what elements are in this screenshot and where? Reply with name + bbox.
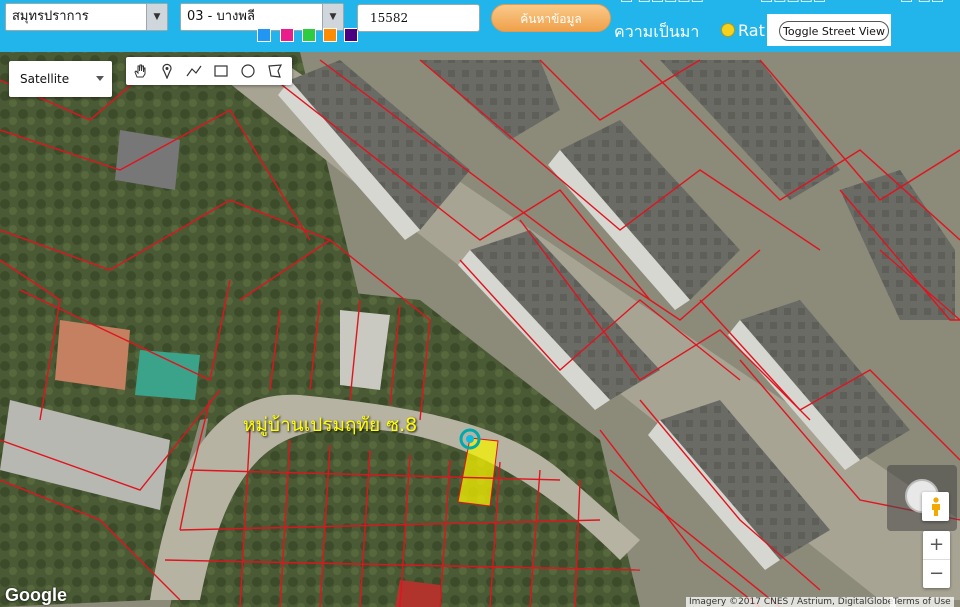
header-link-cut-1[interactable]: ▭ ▭▭▭▭▭: [620, 0, 704, 7]
header-link-cut-3[interactable]: ▭ ▭▭: [900, 0, 944, 7]
zoom-in-button[interactable]: +: [923, 531, 950, 559]
toggle-street-view-button[interactable]: Toggle Street View: [779, 21, 889, 41]
color-swatch-pink[interactable]: [280, 28, 294, 42]
chevron-down-icon: ▼: [322, 4, 343, 30]
terms-of-use-link[interactable]: Terms of Use: [890, 597, 954, 607]
smiley-icon: [721, 23, 735, 37]
circle-icon[interactable]: [234, 57, 261, 85]
satellite-imagery: [0, 0, 960, 607]
color-swatch-green[interactable]: [302, 28, 316, 42]
parcel-number-input[interactable]: 15582: [357, 4, 480, 32]
rectangle-icon[interactable]: [207, 57, 234, 85]
search-button[interactable]: ค้นหาข้อมูล: [491, 4, 611, 32]
rate-link-label: Rat: [738, 21, 765, 40]
color-swatch-purple[interactable]: [344, 28, 358, 42]
zoom-control: + −: [923, 531, 950, 588]
polyline-icon[interactable]: [180, 57, 207, 85]
drawing-toolbar: [126, 57, 292, 85]
history-link[interactable]: ความเป็นมา: [614, 20, 699, 45]
district-select-value: 03 - บางพลี: [187, 9, 255, 24]
chevron-down-icon: ▼: [146, 4, 167, 30]
imagery-attribution: Imagery ©2017 CNES / Astrium, DigitalGlo…: [686, 597, 897, 607]
province-select[interactable]: สมุทรปราการ ▼: [5, 3, 168, 31]
marker-icon[interactable]: [153, 57, 180, 85]
header-link-cut-2[interactable]: ▭▭▭▭▭: [760, 0, 826, 7]
province-select-value: สมุทรปราการ: [12, 9, 89, 24]
caret-down-icon: [96, 76, 104, 81]
rate-link[interactable]: Rat: [721, 21, 765, 40]
pegman-icon[interactable]: [922, 492, 949, 521]
map-type-value: Satellite: [20, 72, 70, 86]
village-label: หมู่บ้านเปรมฤทัย ซ.8: [243, 414, 418, 436]
color-swatch-orange[interactable]: [323, 28, 337, 42]
district-select[interactable]: 03 - บางพลี ▼: [180, 3, 344, 31]
map-canvas[interactable]: [0, 0, 960, 607]
hand-icon[interactable]: [126, 57, 153, 85]
google-logo[interactable]: Google: [5, 585, 67, 606]
map-type-select[interactable]: Satellite: [9, 61, 112, 97]
color-swatch-blue[interactable]: [257, 28, 271, 42]
zoom-out-button[interactable]: −: [923, 560, 950, 588]
polygon-icon[interactable]: [261, 57, 288, 85]
